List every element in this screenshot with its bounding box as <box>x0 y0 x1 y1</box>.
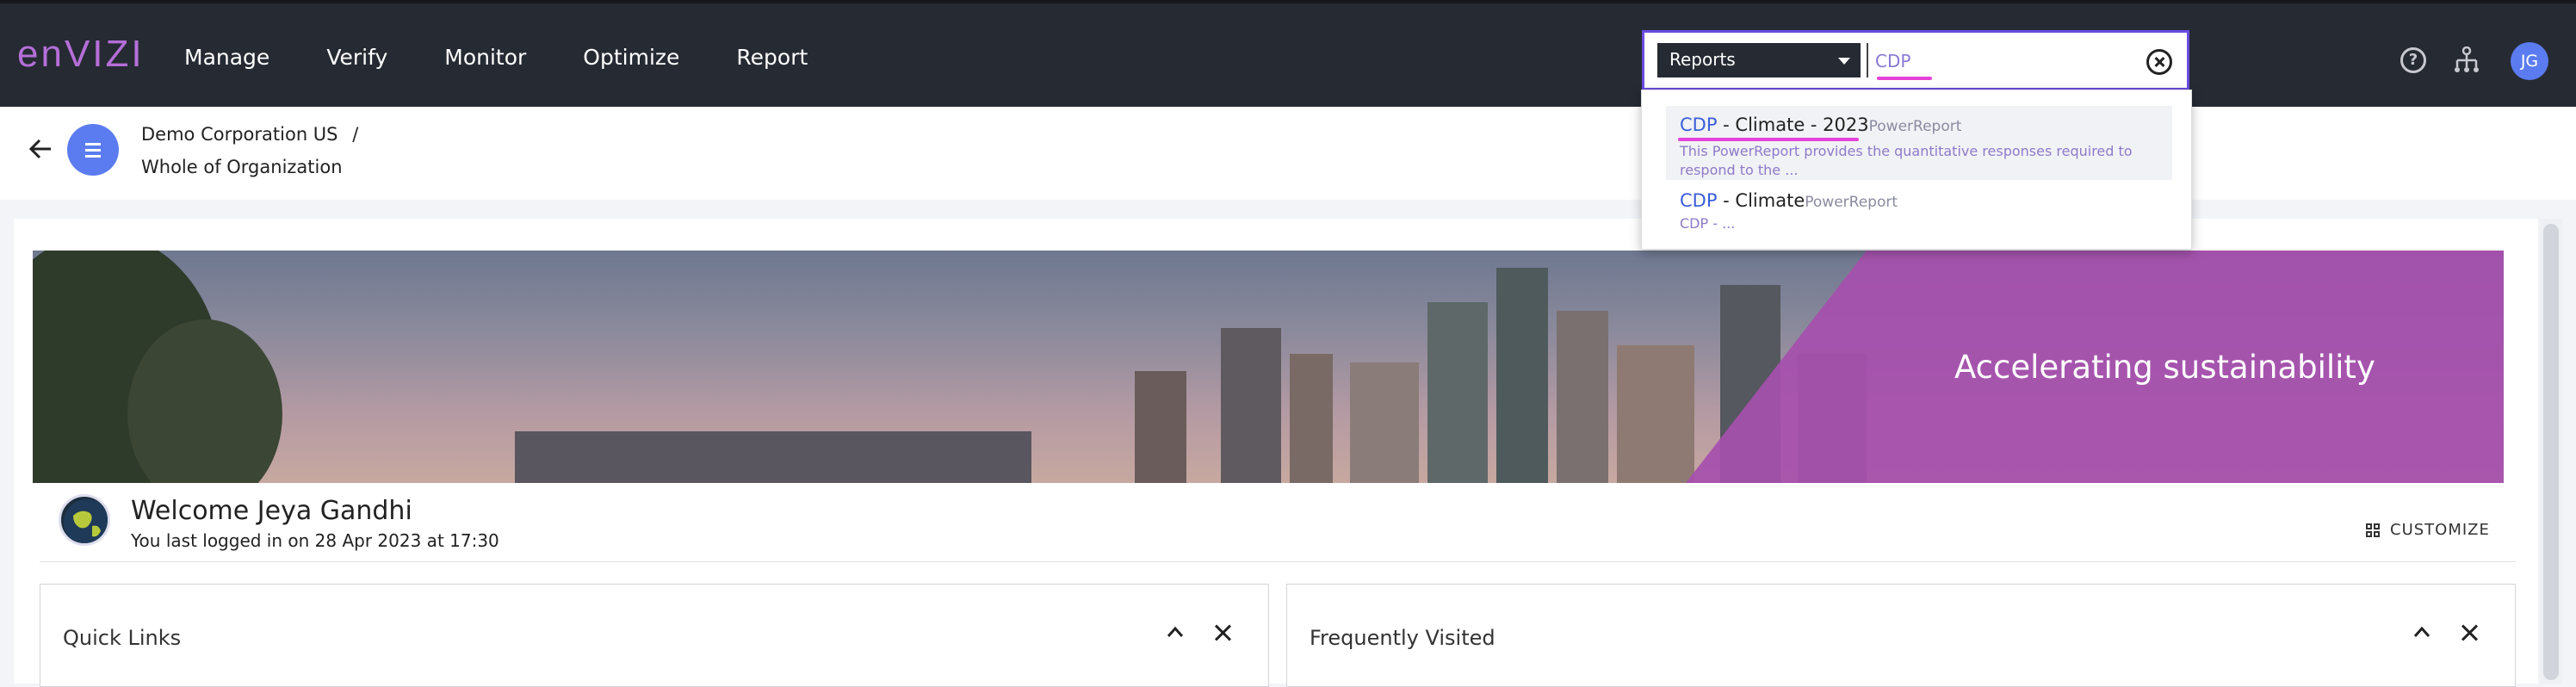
breadcrumb-level[interactable]: Whole of Organization <box>141 157 343 177</box>
chevron-up-icon[interactable] <box>2413 624 2430 641</box>
search-result-item[interactable]: CDP - ClimatePowerReport CDP - ... <box>1666 183 2172 244</box>
frequently-visited-widget: Frequently Visited <box>1286 584 2516 687</box>
result-rest: - Climate <box>1717 190 1805 211</box>
customize-label: CUSTOMIZE <box>2390 521 2490 539</box>
search-input[interactable] <box>1875 46 2133 76</box>
search-result-item[interactable]: CDP - Climate - 2023PowerReport This Pow… <box>1666 106 2172 180</box>
nav-report[interactable]: Report <box>736 45 808 70</box>
back-arrow-icon[interactable] <box>28 136 53 162</box>
result-description: This PowerReport provides the quantitati… <box>1680 143 2133 178</box>
global-search: Reports <box>1642 30 2189 90</box>
nav-monitor[interactable]: Monitor <box>444 45 526 70</box>
widget-title: Quick Links <box>63 626 182 650</box>
chevron-up-icon[interactable] <box>1167 624 1184 641</box>
grid-icon <box>2366 523 2380 537</box>
nav-manage[interactable]: Manage <box>184 45 269 70</box>
hierarchy-icon[interactable] <box>2452 46 2481 74</box>
quick-links-widget: Quick Links <box>40 584 1269 687</box>
result-match: CDP <box>1680 190 1718 211</box>
search-scope-select[interactable]: Reports <box>1657 43 1861 77</box>
menu-icon[interactable] <box>67 124 119 176</box>
divider <box>40 561 2516 562</box>
nav-optimize[interactable]: Optimize <box>583 45 679 70</box>
nav-verify[interactable]: Verify <box>326 45 387 70</box>
search-text-underline <box>1877 77 1932 80</box>
caret-down-icon <box>1838 58 1850 65</box>
scrollbar-thumb[interactable] <box>2543 224 2559 680</box>
result-type: PowerReport <box>1805 194 1898 211</box>
banner-title: Accelerating sustainability <box>1954 349 2375 386</box>
last-login-text: You last logged in on 28 Apr 2023 at 17:… <box>131 530 499 551</box>
result-title: CDP - Climate - 2023PowerReport <box>1680 114 1961 135</box>
envizi-logo[interactable]: enVIZI <box>17 33 145 76</box>
search-results-dropdown: CDP - Climate - 2023PowerReport This Pow… <box>1641 90 2192 250</box>
search-cursor <box>1867 43 1868 77</box>
breadcrumb-separator: / <box>352 124 359 145</box>
user-avatar[interactable]: JG <box>2511 42 2548 80</box>
page-scrollbar[interactable] <box>2540 219 2562 684</box>
breadcrumb-org-label: Demo Corporation US <box>141 124 338 145</box>
main-nav: Manage Verify Monitor Optimize Report <box>184 3 808 110</box>
result-type: PowerReport <box>1868 118 1962 135</box>
clear-search-icon[interactable] <box>2146 49 2172 75</box>
breadcrumb-org[interactable]: Demo Corporation US / <box>141 124 358 145</box>
help-icon[interactable]: ? <box>2400 47 2426 73</box>
widget-title: Frequently Visited <box>1310 626 1495 650</box>
customize-button[interactable]: CUSTOMIZE <box>2366 521 2490 539</box>
result-title: CDP - ClimatePowerReport <box>1680 190 1898 211</box>
result-description: CDP - ... <box>1680 215 1736 232</box>
globe-avatar <box>59 494 110 546</box>
welcome-title: Welcome Jeya Gandhi <box>131 496 412 526</box>
close-icon[interactable] <box>1213 622 1234 643</box>
result-match: CDP <box>1680 114 1718 135</box>
result-highlight-underline <box>1678 138 1859 141</box>
close-icon[interactable] <box>2460 622 2480 643</box>
result-rest: - Climate - 2023 <box>1717 114 1869 135</box>
search-scope-value: Reports <box>1669 49 1736 70</box>
